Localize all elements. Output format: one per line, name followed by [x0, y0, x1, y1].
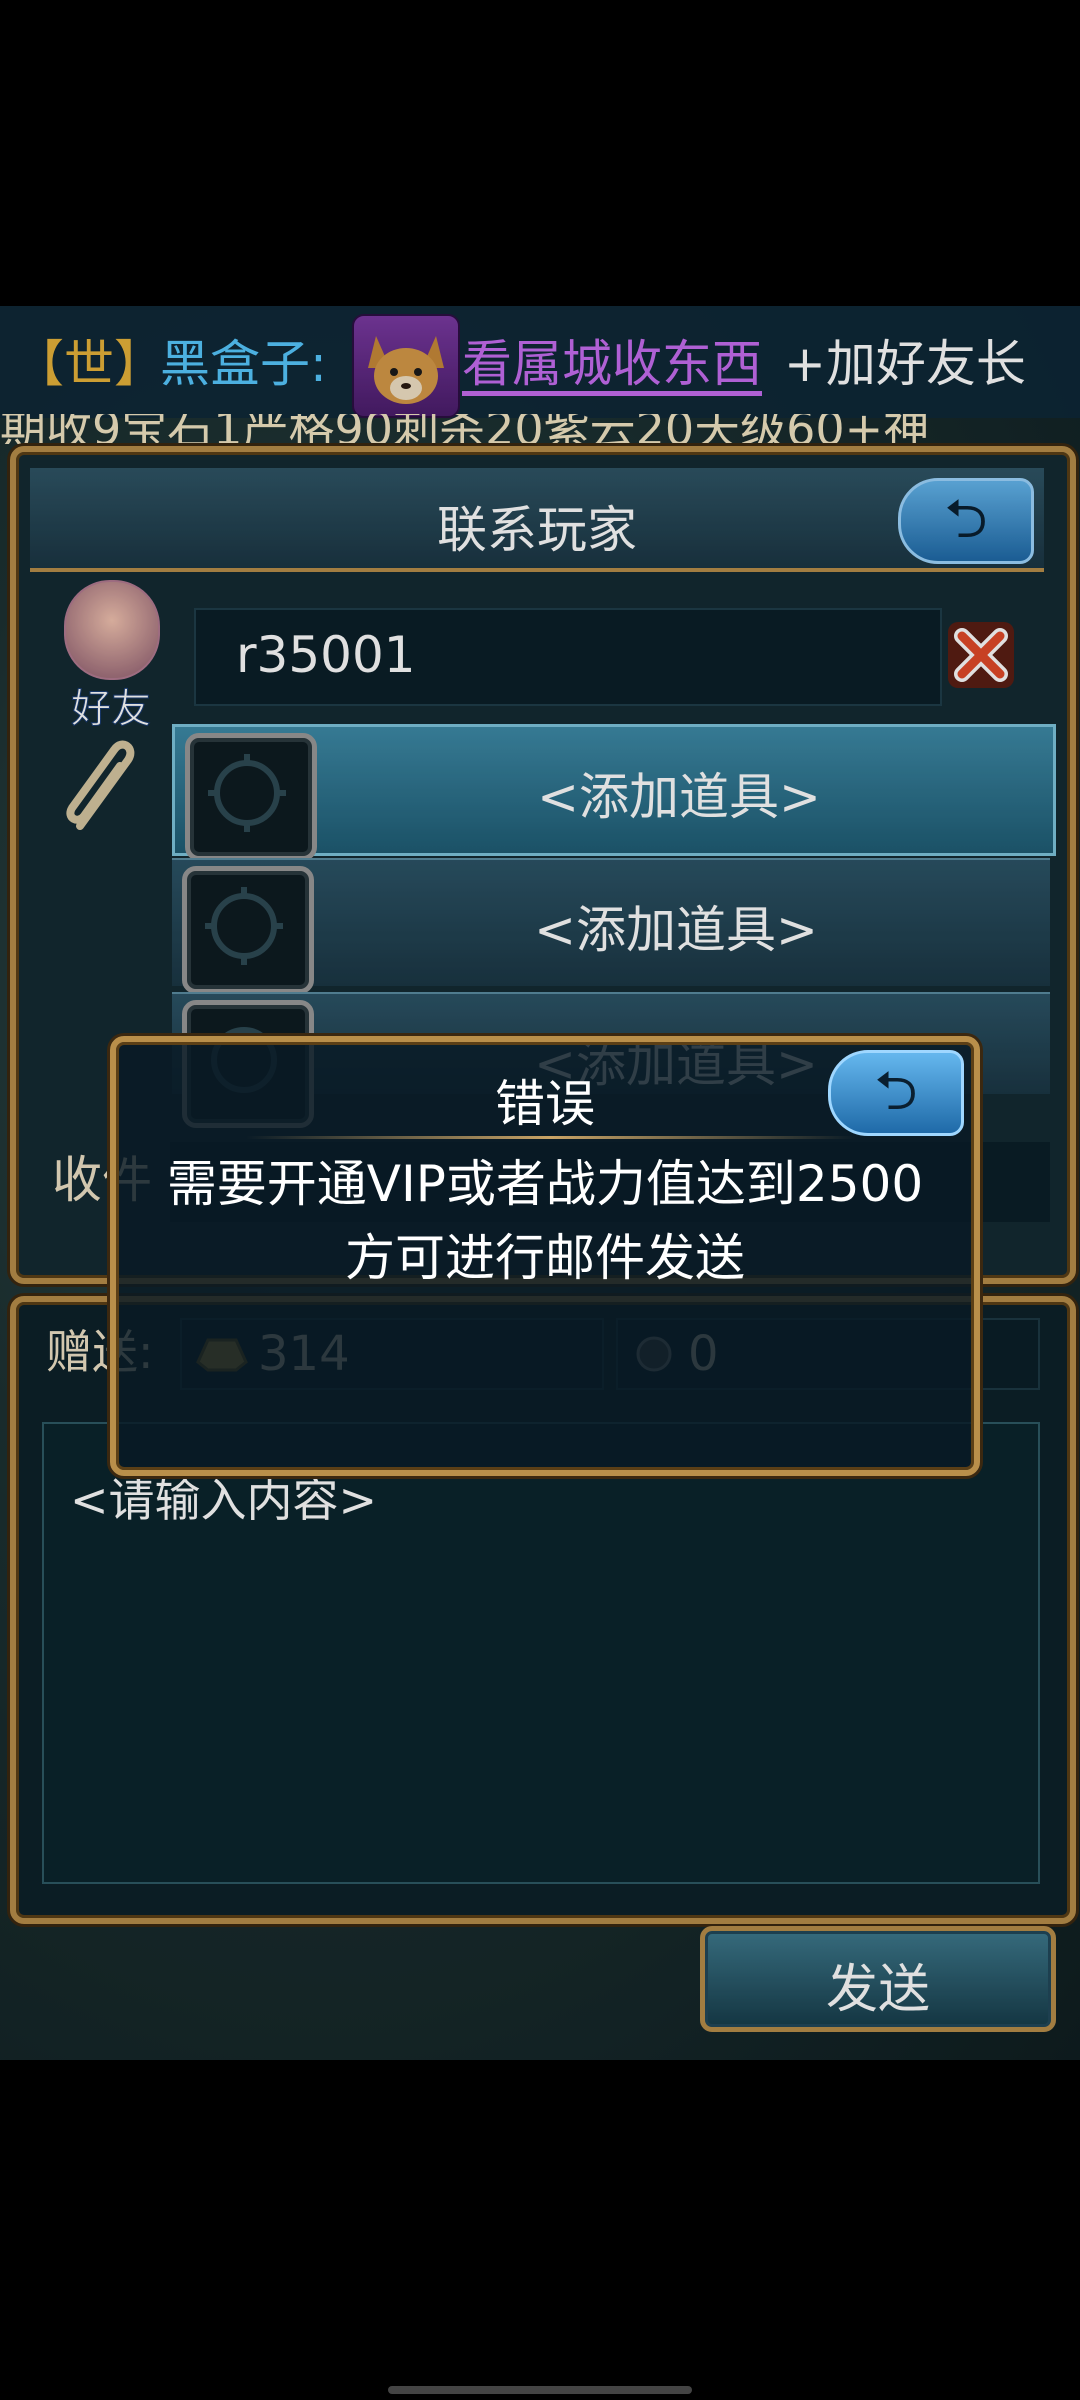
dialog-close-button[interactable]: ⮌	[828, 1050, 964, 1136]
back-arrow-icon: ⮌	[874, 1059, 918, 1122]
error-message-line1: 需要开通VIP或者战力值达到2500	[166, 1155, 924, 1213]
dialog-divider	[246, 1136, 856, 1139]
home-indicator[interactable]	[388, 2386, 692, 2394]
error-dialog: 错误 ⮌ 需要开通VIP或者战力值达到2500 方可进行邮件发送	[110, 1036, 980, 1476]
error-message-line2: 方可进行邮件发送	[345, 1229, 745, 1287]
